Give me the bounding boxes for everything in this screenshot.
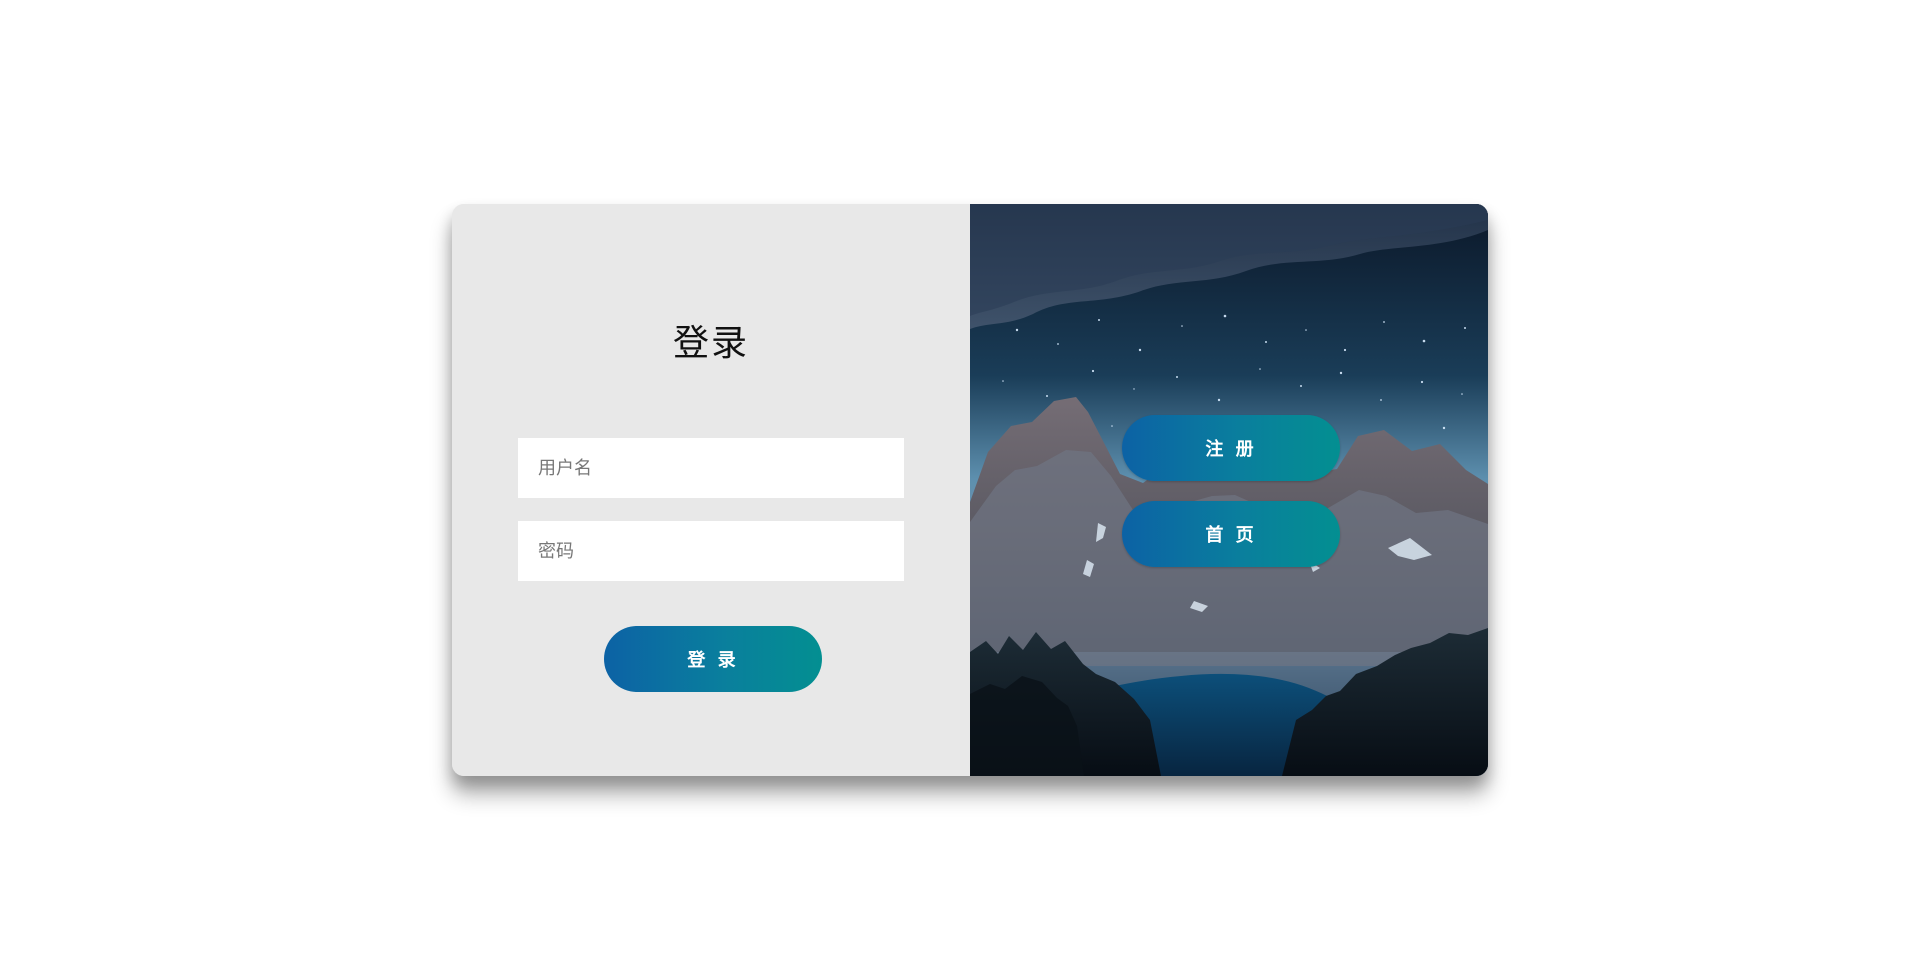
- login-title: 登录: [672, 323, 749, 365]
- home-button[interactable]: 首 页: [1122, 501, 1340, 567]
- login-card: 登录 登 录: [452, 204, 1488, 776]
- password-input[interactable]: [518, 521, 904, 581]
- login-panel: 登录 登 录: [452, 204, 970, 776]
- register-button[interactable]: 注 册: [1122, 415, 1340, 481]
- mountain-lake-illustration: [970, 204, 1488, 776]
- mountain-night-scene: 注 册 首 页: [970, 204, 1488, 776]
- login-button[interactable]: 登 录: [604, 626, 822, 692]
- username-input[interactable]: [518, 438, 904, 498]
